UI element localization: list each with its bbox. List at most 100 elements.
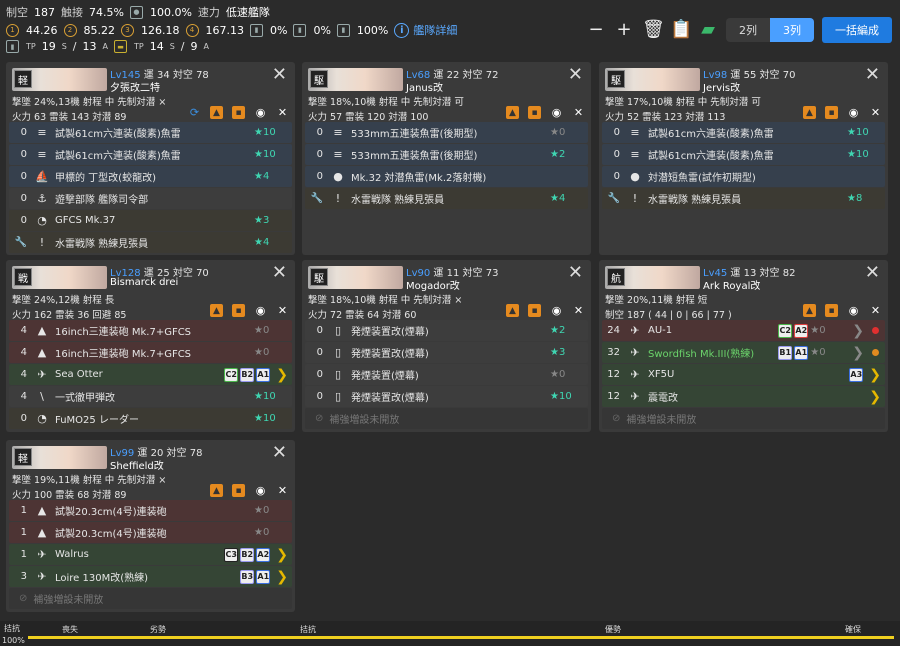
equipment-slot[interactable]: 0 ≡ 試製61cm六連装(酸素)魚雷 ★10 bbox=[602, 122, 885, 143]
ship-header: 戦 Lv128 運 25 対空 70 Bismarck drei ✕ 撃墜 24%,12… bbox=[6, 260, 295, 321]
supply-icon[interactable]: ▲ bbox=[803, 304, 816, 317]
ship-name[interactable]: Ark Royal改 bbox=[703, 277, 760, 292]
equipment-slot[interactable]: 0 ● Mk.32 対潜魚雷(Mk.2落射機) bbox=[305, 166, 588, 187]
equipment-slot[interactable]: 🔧! 水雷戦隊 熟練見張員 ★4 bbox=[305, 188, 588, 209]
equipment-slot[interactable]: 0 ▯ 発煙装置改(煙幕) ★10 bbox=[305, 386, 588, 407]
close-icon[interactable]: ✕ bbox=[568, 64, 583, 85]
equipment-slot[interactable]: 🔧! 水雷戦隊 熟練見張員 ★8 bbox=[602, 188, 885, 209]
equipment-slot[interactable]: 0 ≡ 533mm五連装魚雷(後期型) ★0 bbox=[305, 122, 588, 143]
ship-stats-1: 撃墜 17%,10機 射程 中 先制対潜 可 bbox=[605, 97, 761, 108]
supply-icon[interactable]: ▲ bbox=[506, 304, 519, 317]
close-small-icon[interactable]: ✕ bbox=[276, 304, 289, 317]
ship-stats-2: 火力 72 雷装 64 対潜 60 bbox=[308, 310, 417, 321]
equipment-slot[interactable]: 24 ✈ AU-1 C2 A2 ★0 ❯ bbox=[602, 320, 885, 341]
eye-icon[interactable]: ◉ bbox=[847, 304, 860, 317]
close-small-icon[interactable]: ✕ bbox=[869, 304, 882, 317]
eye-icon[interactable]: ◉ bbox=[847, 106, 860, 119]
close-small-icon[interactable]: ✕ bbox=[869, 106, 882, 119]
bag-icon[interactable]: ▪ bbox=[528, 106, 541, 119]
equipment-slot[interactable]: 3 ✈ Loire 130M改(熟練) B3 A1 ❯ bbox=[9, 566, 292, 587]
equipment-slot[interactable]: 12 ✈ 震電改 ❯ bbox=[602, 386, 885, 407]
close-icon[interactable]: ✕ bbox=[272, 442, 287, 463]
supply-icon[interactable]: ▲ bbox=[803, 106, 816, 119]
plus-icon[interactable]: + bbox=[614, 20, 634, 40]
equipment-slot[interactable]: 0 ● 対潜短魚雷(試作初期型) bbox=[602, 166, 885, 187]
close-small-icon[interactable]: ✕ bbox=[276, 106, 289, 119]
supply-icon[interactable]: ▲ bbox=[210, 484, 223, 497]
supply-icon[interactable]: ▲ bbox=[506, 106, 519, 119]
equipment-slot[interactable]: 0 ≡ 533mm五連装魚雷(後期型) ★2 bbox=[305, 144, 588, 165]
equipment-slot[interactable]: 1 ▲ 試製20.3cm(4号)連装砲 ★0 bbox=[9, 500, 292, 521]
eye-icon[interactable]: ◉ bbox=[254, 304, 267, 317]
ship-type-tag: 駆 bbox=[607, 70, 625, 88]
equipment-slot[interactable]: 0 ≡ 試製61cm六連装(酸素)魚雷 ★10 bbox=[9, 144, 292, 165]
ship-banner[interactable]: 軽 bbox=[12, 446, 107, 469]
equipment-slot[interactable]: 0 ▯ 発煙装置改(煙幕) ★2 bbox=[305, 320, 588, 341]
close-icon[interactable]: ✕ bbox=[865, 64, 880, 85]
ship-banner[interactable]: 軽 bbox=[12, 68, 107, 91]
equipment-slot[interactable]: 0 ◔ GFCS Mk.37 ★3 bbox=[9, 210, 292, 231]
equipment-slot[interactable]: 4 \ 一式徹甲弾改 ★10 bbox=[9, 386, 292, 407]
equipment-slot[interactable]: 0 ⚓ 遊撃部隊 艦隊司令部 bbox=[9, 188, 292, 209]
eye-icon[interactable]: ◉ bbox=[550, 304, 563, 317]
ship-name[interactable]: Mogador改 bbox=[406, 277, 460, 292]
equipment-slot[interactable]: 0 ▯ 発煙装置(煙幕) ★0 bbox=[305, 364, 588, 385]
equipment-slot[interactable]: 0 ⛵ 甲標的 丁型改(蛟龍改) ★4 bbox=[9, 166, 292, 187]
supply-icon[interactable]: ▲ bbox=[210, 106, 223, 119]
equipment-slot[interactable]: ⊘ 補強増設未開放 bbox=[305, 408, 588, 429]
eye-icon[interactable]: ◉ bbox=[254, 484, 267, 497]
close-small-icon[interactable]: ✕ bbox=[572, 106, 585, 119]
paste-icon[interactable]: 📋 bbox=[670, 20, 692, 40]
bag-icon[interactable]: ▪ bbox=[528, 304, 541, 317]
close-icon[interactable]: ✕ bbox=[272, 262, 287, 283]
close-small-icon[interactable]: ✕ bbox=[276, 484, 289, 497]
supply-icon[interactable]: ▲ bbox=[210, 304, 223, 317]
minus-icon[interactable]: − bbox=[586, 20, 606, 40]
trash-icon[interactable]: 🗑 bbox=[642, 20, 665, 40]
equipment-slot[interactable]: 🔧! 水雷戦隊 熟練見張員 ★4 bbox=[9, 232, 292, 253]
equipment-slot[interactable]: 12 ✈ XF5U A3 ❯ bbox=[602, 364, 885, 385]
ship-banner[interactable]: 駆 bbox=[605, 68, 700, 91]
ship-banner[interactable]: 航 bbox=[605, 266, 700, 289]
equipment-slot[interactable]: 0 ▯ 発煙装置改(煙幕) ★3 bbox=[305, 342, 588, 363]
bag-icon[interactable]: ▪ bbox=[232, 484, 245, 497]
equipment-slot[interactable]: 4 ✈ Sea Otter C2 B2 A1 ❯ bbox=[9, 364, 292, 385]
close-icon[interactable]: ✕ bbox=[568, 262, 583, 283]
close-icon[interactable]: ✕ bbox=[865, 262, 880, 283]
equipment-slot[interactable]: 1 ✈ Walrus C3 B2 A2 ❯ bbox=[9, 544, 292, 565]
bag-icon[interactable]: ▪ bbox=[232, 106, 245, 119]
equipment-slot[interactable]: 0 ◔ FuMO25 レーダー ★10 bbox=[9, 408, 292, 429]
sync-icon[interactable]: ⟳ bbox=[188, 106, 201, 119]
ship-banner[interactable]: 戦 bbox=[12, 266, 107, 289]
equipment-slot[interactable]: 32 ✈ Swordfish Mk.III(熟練) B1 A1 ★0 ❯ bbox=[602, 342, 885, 363]
eye-icon[interactable]: ◉ bbox=[550, 106, 563, 119]
bulk-edit-button[interactable]: 一括編成 bbox=[822, 17, 892, 43]
close-icon[interactable]: ✕ bbox=[272, 64, 287, 85]
equipment-slot[interactable]: 1 ▲ 試製20.3cm(4号)連装砲 ★0 bbox=[9, 522, 292, 543]
bag-icon[interactable]: ▪ bbox=[825, 304, 838, 317]
equipment-slot[interactable]: 0 ≡ 試製61cm六連装(酸素)魚雷 ★10 bbox=[9, 122, 292, 143]
eye-icon[interactable]: ◉ bbox=[254, 106, 267, 119]
los-2-value: 85.22 bbox=[83, 23, 116, 37]
equipment-slot[interactable]: 4 ▲ 16inch三連装砲 Mk.7+GFCS ★0 bbox=[9, 342, 292, 363]
bag-icon[interactable]: ▪ bbox=[232, 304, 245, 317]
ship-name[interactable]: Janus改 bbox=[406, 79, 443, 94]
ship-banner[interactable]: 駆 bbox=[308, 266, 403, 289]
equipment-name: Sea Otter bbox=[55, 369, 103, 380]
close-small-icon[interactable]: ✕ bbox=[572, 304, 585, 317]
equipment-slot[interactable]: ⊘ 補強増設未開放 bbox=[9, 588, 292, 609]
bag-icon[interactable]: ▪ bbox=[825, 106, 838, 119]
cards-icon[interactable]: ▰ bbox=[698, 20, 718, 40]
two-column-button[interactable]: 2列 bbox=[726, 18, 770, 42]
fleet-detail-link[interactable]: i 艦隊詳細 bbox=[394, 22, 457, 38]
three-column-button[interactable]: 3列 bbox=[770, 18, 814, 42]
ship-name[interactable]: 夕張改二特 bbox=[110, 79, 160, 94]
ship-banner[interactable]: 駆 bbox=[308, 68, 403, 91]
ship-name[interactable]: Bismarck drei bbox=[110, 277, 178, 288]
air-state-parity: 拮抗 bbox=[300, 625, 316, 634]
equipment-slot[interactable]: 0 ≡ 試製61cm六連装(酸素)魚雷 ★10 bbox=[602, 144, 885, 165]
equipment-slot[interactable]: ⊘ 補強増設未開放 bbox=[602, 408, 885, 429]
ship-name[interactable]: Sheffield改 bbox=[110, 457, 164, 472]
equipment-slot[interactable]: 4 ▲ 16inch三連装砲 Mk.7+GFCS ★0 bbox=[9, 320, 292, 341]
ship-name[interactable]: Jervis改 bbox=[703, 79, 740, 94]
